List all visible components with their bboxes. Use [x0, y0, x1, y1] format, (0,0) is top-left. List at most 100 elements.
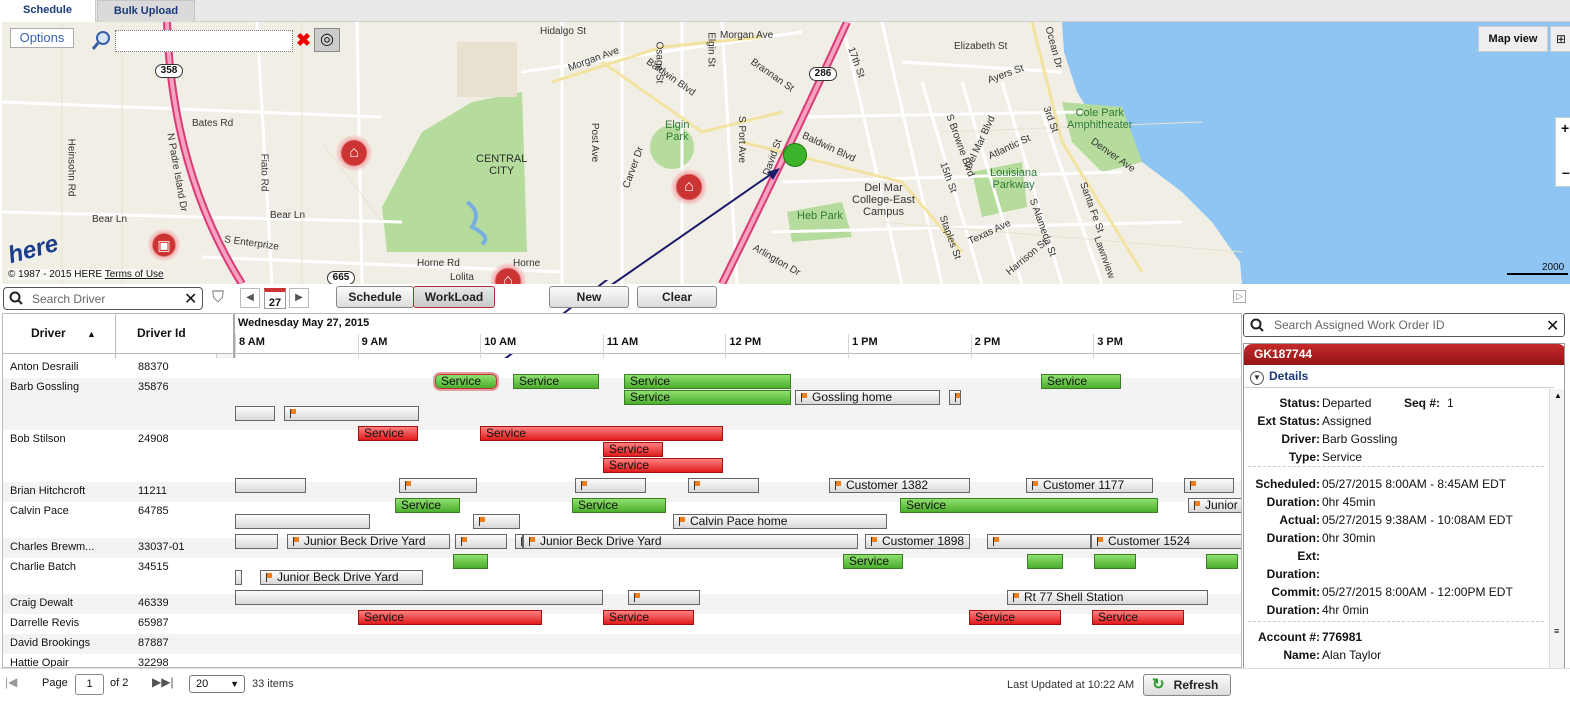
schedule-bar[interactable] [235, 590, 603, 605]
schedule-bar[interactable] [235, 478, 306, 493]
schedule-bar[interactable] [399, 478, 477, 493]
schedule-bar[interactable] [235, 570, 242, 585]
schedule-bar[interactable]: Service [435, 374, 497, 389]
schedule-bar[interactable]: Service [603, 610, 694, 625]
tab-schedule[interactable]: Schedule [0, 0, 96, 22]
schedule-bar[interactable] [688, 478, 759, 493]
schedule-bar[interactable]: Service [969, 610, 1061, 625]
schedule-bar[interactable]: Customer 1177 [1026, 478, 1153, 493]
schedule-bar[interactable] [628, 590, 700, 605]
page-size-value: 20 [196, 678, 209, 690]
schedule-bar[interactable]: Customer 1898 [865, 534, 970, 549]
scroll-grip-icon[interactable]: ≡ [1554, 626, 1559, 636]
work-order-search-box[interactable]: Search Assigned Work Order ID ✕ [1243, 313, 1565, 337]
calendar-icon[interactable]: 27 [264, 288, 286, 309]
schedule-bar[interactable]: Service [900, 498, 1158, 513]
schedule-bar[interactable]: Junior Beck Drive Yard [287, 534, 450, 549]
schedule-bar[interactable] [473, 514, 520, 529]
zoom-control[interactable]: + – [1555, 117, 1570, 187]
schedule-bar[interactable] [987, 534, 1091, 549]
driver-search-box[interactable]: Search Driver ✕ [3, 287, 203, 310]
driver-name: Hattie Opair [10, 657, 69, 668]
search-icon[interactable] [91, 30, 111, 50]
schedule-bar[interactable]: Rt 77 Shell Station [1007, 590, 1208, 605]
bar-label: Junior Beck Drive Yard [277, 570, 399, 584]
schedule-bar[interactable]: Calvin Pace home [673, 514, 887, 529]
schedule-bar[interactable] [949, 390, 961, 405]
home-marker-icon[interactable]: ⌂ [670, 168, 708, 206]
map-type-icon[interactable]: ⊞ [1550, 26, 1570, 52]
schedule-bar[interactable] [1027, 554, 1063, 569]
detail-scrollbar[interactable]: ▲ ≡ [1549, 389, 1564, 704]
driver-row[interactable]: Hattie Opair 32298 [3, 654, 1241, 668]
schedule-bar[interactable]: Service [395, 498, 460, 513]
schedule-bar[interactable] [1184, 478, 1234, 493]
schedule-bar[interactable]: Service [358, 426, 418, 441]
schedule-bar[interactable]: Customer 1382 [829, 478, 970, 493]
bar-label: Service [486, 426, 527, 440]
driver-id-column-header[interactable]: Driver Id [137, 326, 186, 340]
schedule-bar[interactable]: Service [513, 374, 599, 389]
map-search-input[interactable] [115, 30, 293, 52]
tab-bulk-upload[interactable]: Bulk Upload [97, 0, 195, 22]
workload-view-button[interactable]: WorkLoad [413, 286, 495, 308]
scroll-up-icon[interactable]: ▲ [1554, 391, 1562, 400]
schedule-bar[interactable]: Service [358, 610, 542, 625]
schedule-bar[interactable]: Service [624, 374, 791, 389]
schedule-bar[interactable] [1206, 554, 1238, 569]
clear-search-icon[interactable]: ✖ [296, 30, 311, 50]
schedule-bar[interactable]: Service [843, 554, 903, 569]
schedule-bar[interactable]: Junior [1188, 498, 1241, 513]
schedule-bar[interactable] [575, 478, 646, 493]
schedule-bar[interactable]: Junior Beck Drive Yard [523, 534, 858, 549]
schedule-bar[interactable]: Service [480, 426, 723, 441]
driver-search-input[interactable]: Search Driver [32, 292, 105, 306]
new-button[interactable]: New [549, 286, 629, 308]
filter-icon[interactable]: ⛉ [212, 289, 224, 307]
schedule-bar[interactable]: Service [603, 458, 723, 473]
home-marker-icon[interactable]: ⌂ [335, 134, 373, 172]
next-day-button[interactable]: ▶ [289, 288, 309, 308]
work-order-search-input[interactable]: Search Assigned Work Order ID [1274, 318, 1445, 332]
clear-icon[interactable]: ✕ [1546, 316, 1559, 336]
schedule-bar[interactable]: Service [624, 390, 791, 405]
schedule-bar[interactable]: Customer 1524 [1091, 534, 1241, 549]
driver-column-header[interactable]: Driver ▲ [31, 326, 96, 340]
zoom-out-icon[interactable]: – [1562, 164, 1570, 180]
schedule-bar[interactable]: Service [1041, 374, 1121, 389]
expand-panel-icon[interactable]: ▷ [1233, 290, 1246, 303]
schedule-bar[interactable] [1094, 554, 1136, 569]
schedule-bar[interactable]: Gossling home [795, 390, 940, 405]
first-page-icon[interactable]: |◀ [5, 675, 17, 689]
schedule-bar[interactable] [284, 406, 419, 421]
locate-icon[interactable]: ◎ [314, 28, 340, 52]
last-page-icon[interactable]: ▶▶| [152, 675, 174, 689]
schedule-bar[interactable]: Service [603, 442, 663, 457]
map-view-button[interactable]: Map view [1478, 26, 1548, 52]
schedule-bar[interactable] [515, 534, 523, 549]
schedule-bar[interactable] [453, 554, 488, 569]
schedule-bar[interactable]: Service [1092, 610, 1184, 625]
schedule-bar[interactable] [235, 514, 370, 529]
schedule-bar[interactable]: Junior Beck Drive Yard [260, 570, 423, 585]
page-size-select[interactable]: 20 ▼ [189, 675, 245, 693]
flag-icon [529, 537, 535, 546]
prev-day-button[interactable]: ◀ [240, 288, 260, 308]
page-input[interactable]: 1 [75, 674, 104, 695]
driver-location-marker[interactable] [783, 143, 807, 167]
map-view[interactable]: Options ✖ ◎ Map view ⊞ + – 358 286 665 ⌂… [2, 22, 1570, 284]
refresh-button[interactable]: ↻ Refresh [1143, 674, 1231, 696]
options-button[interactable]: Options [10, 28, 74, 48]
terms-link[interactable]: Terms of Use [105, 269, 164, 280]
schedule-bar[interactable] [235, 406, 275, 421]
truck-marker-icon[interactable]: ▣ [147, 228, 181, 262]
schedule-bar[interactable] [455, 534, 507, 549]
schedule-view-button[interactable]: Schedule [336, 286, 414, 308]
schedule-bar[interactable] [235, 534, 278, 549]
clear-button[interactable]: Clear [637, 286, 717, 308]
zoom-in-icon[interactable]: + [1561, 120, 1569, 136]
details-section-toggle[interactable]: ▼ Details [1250, 369, 1308, 385]
schedule-bar[interactable]: Service [572, 498, 666, 513]
driver-row[interactable]: David Brookings 87887 [3, 634, 1241, 654]
clear-icon[interactable]: ✕ [184, 289, 197, 309]
